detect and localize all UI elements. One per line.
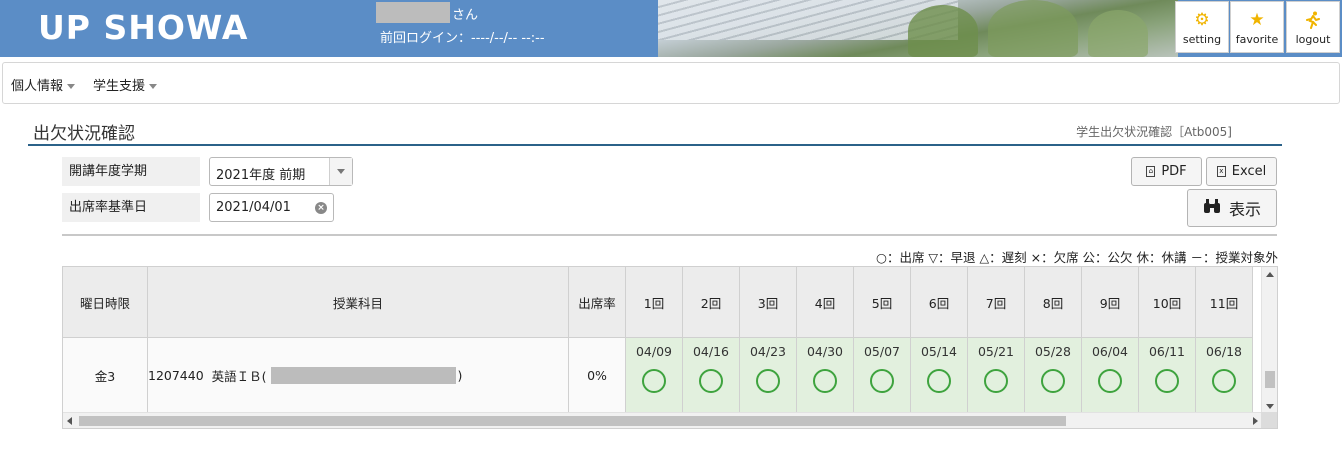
session-date: 05/21 bbox=[977, 344, 1015, 359]
cell-session-10: 06/11 bbox=[1139, 338, 1196, 413]
header-session-4: 4回 bbox=[797, 267, 854, 338]
session-date: 06/18 bbox=[1205, 344, 1243, 359]
pdf-button[interactable]: ⌂ PDF bbox=[1131, 157, 1202, 186]
header-session-10: 10回 bbox=[1139, 267, 1196, 338]
logout-button[interactable]: logout bbox=[1286, 1, 1340, 53]
scroll-left-icon[interactable] bbox=[67, 417, 72, 425]
header-rate: 出席率 bbox=[569, 267, 626, 338]
display-button[interactable]: 表示 bbox=[1187, 189, 1277, 227]
attended-circle-icon bbox=[642, 369, 666, 393]
screen-id: 学生出欠状況確認［Atb005] bbox=[1076, 125, 1232, 139]
user-name-redacted bbox=[376, 2, 450, 23]
running-person-icon bbox=[1304, 11, 1322, 29]
session-date: 04/09 bbox=[635, 344, 673, 359]
session-date: 06/11 bbox=[1148, 344, 1186, 359]
attended-circle-icon bbox=[1098, 369, 1122, 393]
pdf-file-icon: ⌂ bbox=[1146, 166, 1156, 177]
chevron-down-icon[interactable] bbox=[329, 158, 352, 185]
form-divider bbox=[62, 234, 1277, 236]
session-date: 04/23 bbox=[749, 344, 787, 359]
star-icon: ★ bbox=[1249, 10, 1265, 30]
horizontal-scrollbar[interactable] bbox=[63, 412, 1262, 428]
scroll-right-icon[interactable] bbox=[1253, 417, 1258, 425]
base-date-label: 出席率基準日 bbox=[62, 193, 200, 222]
attended-circle-icon bbox=[813, 369, 837, 393]
cell-day-period: 金3 bbox=[63, 338, 148, 413]
header-session-2: 2回 bbox=[683, 267, 740, 338]
session-date: 05/28 bbox=[1034, 344, 1072, 359]
last-login: 前回ログイン：----/--/-- --:-- bbox=[380, 31, 545, 46]
excel-file-icon: x bbox=[1216, 166, 1226, 177]
header-session-7: 7回 bbox=[968, 267, 1025, 338]
header-session-6: 6回 bbox=[911, 267, 968, 338]
cell-session-11: 06/18 bbox=[1196, 338, 1253, 413]
cell-session-3: 04/23 bbox=[740, 338, 797, 413]
session-date: 04/16 bbox=[692, 344, 730, 359]
cell-session-1: 04/09 bbox=[626, 338, 683, 413]
main-nav: 個人情報 学生支援 bbox=[2, 62, 1340, 104]
attendance-legend: ○：出席 ▽：早退 △：遅刻 ×：欠席 公：公欠 休：休講 －：授業対象外 bbox=[876, 250, 1278, 265]
excel-button[interactable]: x Excel bbox=[1206, 157, 1277, 186]
attended-circle-icon bbox=[870, 369, 894, 393]
user-name-suffix: さん bbox=[452, 8, 479, 23]
cell-session-2: 04/16 bbox=[683, 338, 740, 413]
nav-item-student-support[interactable]: 学生支援 bbox=[93, 75, 158, 94]
header-subject: 授業科目 bbox=[148, 267, 569, 338]
attended-circle-icon bbox=[756, 369, 780, 393]
term-select[interactable]: 2021年度 前期 bbox=[209, 157, 353, 186]
attended-circle-icon bbox=[699, 369, 723, 393]
cell-session-6: 05/14 bbox=[911, 338, 968, 413]
session-date: 05/14 bbox=[920, 344, 958, 359]
scroll-thumb[interactable] bbox=[1265, 371, 1275, 388]
gear-icon: ⚙ bbox=[1194, 10, 1210, 30]
term-label: 開講年度学期 bbox=[62, 157, 200, 186]
app-header: UP SHOWA さん 前回ログイン：----/--/-- --:-- ⚙ se… bbox=[0, 0, 1342, 57]
clear-icon[interactable]: × bbox=[315, 202, 327, 214]
favorite-button[interactable]: ★ favorite bbox=[1230, 1, 1284, 53]
header-session-5: 5回 bbox=[854, 267, 911, 338]
cell-rate: 0% bbox=[569, 338, 626, 413]
cell-session-7: 05/21 bbox=[968, 338, 1025, 413]
session-date: 04/30 bbox=[806, 344, 844, 359]
cell-subject: 1207440 英語ＩＢ() bbox=[148, 338, 569, 413]
campus-banner-image bbox=[658, 0, 1178, 57]
caret-down-icon bbox=[67, 84, 76, 89]
cell-session-9: 06/04 bbox=[1082, 338, 1139, 413]
attended-circle-icon bbox=[984, 369, 1008, 393]
nav-item-personal-info[interactable]: 個人情報 bbox=[11, 75, 76, 94]
base-date-input[interactable]: 2021/04/01 × bbox=[209, 193, 334, 222]
caret-down-icon bbox=[149, 84, 158, 89]
header-session-1: 1回 bbox=[626, 267, 683, 338]
table-row: 金3 1207440 英語ＩＢ() 0% 04/09 04/16 04/23 04/3… bbox=[63, 338, 1253, 413]
header-session-11: 11回 bbox=[1196, 267, 1253, 338]
app-logo[interactable]: UP SHOWA bbox=[38, 8, 248, 47]
attended-circle-icon bbox=[1041, 369, 1065, 393]
scroll-thumb[interactable] bbox=[79, 416, 1066, 426]
title-divider bbox=[28, 144, 1282, 146]
cell-session-5: 05/07 bbox=[854, 338, 911, 413]
session-date: 05/07 bbox=[863, 344, 901, 359]
header-session-3: 3回 bbox=[740, 267, 797, 338]
page-title: 出欠状況確認 bbox=[33, 124, 135, 144]
scroll-down-icon[interactable] bbox=[1266, 404, 1274, 409]
attended-circle-icon bbox=[1155, 369, 1179, 393]
cell-session-8: 05/28 bbox=[1025, 338, 1082, 413]
scroll-up-icon[interactable] bbox=[1266, 272, 1274, 277]
header-day-period: 曜日時限 bbox=[63, 267, 148, 338]
session-date: 06/04 bbox=[1091, 344, 1129, 359]
binoculars-icon bbox=[1203, 198, 1221, 218]
vertical-scrollbar[interactable] bbox=[1261, 267, 1277, 414]
setting-button[interactable]: ⚙ setting bbox=[1175, 1, 1229, 53]
attended-circle-icon bbox=[1212, 369, 1236, 393]
header-session-8: 8回 bbox=[1025, 267, 1082, 338]
attendance-table: 曜日時限 授業科目 出席率 1回 2回 3回 4回 5回 6回 7回 8回 9回 10回 11回 金… bbox=[62, 266, 1278, 429]
cell-session-4: 04/30 bbox=[797, 338, 854, 413]
teacher-name-redacted bbox=[270, 366, 456, 384]
table-header-row: 曜日時限 授業科目 出席率 1回 2回 3回 4回 5回 6回 7回 8回 9回 10回 11回 bbox=[63, 267, 1253, 338]
header-session-9: 9回 bbox=[1082, 267, 1139, 338]
attended-circle-icon bbox=[927, 369, 951, 393]
